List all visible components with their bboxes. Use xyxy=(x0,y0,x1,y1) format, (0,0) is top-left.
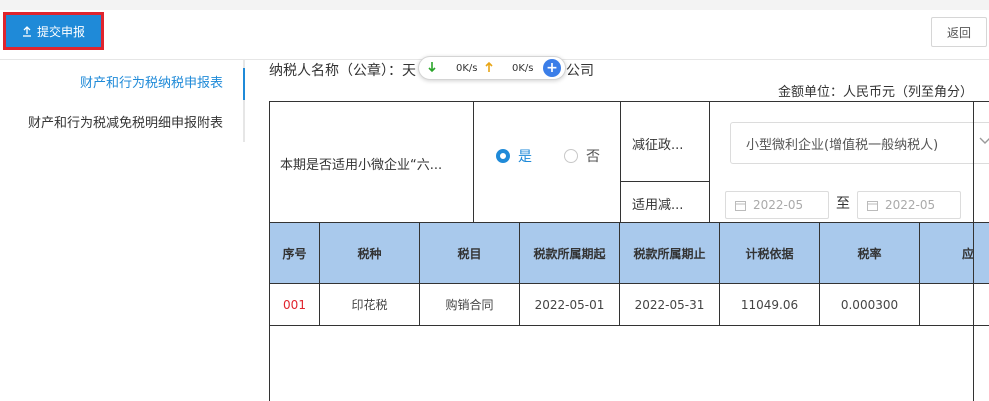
col-header-tax-item: 税目 xyxy=(420,223,520,283)
period-start-date-input[interactable]: 2022-05 xyxy=(725,191,829,219)
cell-tax-rate: 0.000300 xyxy=(820,284,920,325)
table-row: 001 印花税 购销合同 2022-05-01 2022-05-31 11049… xyxy=(270,284,989,326)
sidebar-item-property-tax-form[interactable]: 财产和行为税纳税申报表 xyxy=(80,72,223,91)
network-speed-widget[interactable]: 0K/s 0K/s + xyxy=(418,56,566,80)
small-enterprise-question-cell: 本期是否适用小微企业“六... xyxy=(270,102,474,222)
cell-tax-type: 印花税 xyxy=(320,284,420,325)
col-header-period-start: 税款所属期起 xyxy=(520,223,620,283)
radio-no-label: 否 xyxy=(586,149,600,165)
col-header-index: 序号 xyxy=(270,223,320,283)
small-enterprise-question: 本期是否适用小微企业“六... xyxy=(280,158,443,173)
sidebar: 财产和行为税纳税申报表 财产和行为税减免税明细申报附表 xyxy=(0,60,245,142)
cell-tax-item: 购销合同 xyxy=(420,284,520,325)
radio-yes[interactable]: 是 xyxy=(496,146,532,166)
radio-group-cell: 是 否 xyxy=(474,102,621,222)
download-arrow-icon xyxy=(428,62,436,73)
form-right-border xyxy=(973,101,974,325)
form-right-border-lower xyxy=(973,325,974,401)
col-header-tax-basis: 计税依据 xyxy=(720,223,820,283)
cell-period-start: 2022-05-01 xyxy=(520,284,620,325)
top-toolbar: 提交申报 返回 xyxy=(0,0,989,60)
date-range-to-label: 至 xyxy=(836,196,850,212)
radio-yes-label: 是 xyxy=(518,149,532,165)
cell-payable xyxy=(920,284,989,325)
cell-tax-basis: 11049.06 xyxy=(720,284,820,325)
calendar-icon xyxy=(735,201,746,211)
radio-no[interactable]: 否 xyxy=(564,146,600,166)
top-strip xyxy=(0,0,989,10)
col-header-tax-type: 税种 xyxy=(320,223,420,283)
period-start-placeholder: 2022-05 xyxy=(753,198,804,212)
plus-icon[interactable]: + xyxy=(543,59,561,77)
reduction-policy-select[interactable]: 小型微利企业(增值税一般纳税人) xyxy=(730,122,989,164)
col-header-period-end: 税款所属期止 xyxy=(620,223,720,283)
reduction-policy-label: 减征政... xyxy=(632,138,684,153)
back-button[interactable]: 返回 xyxy=(931,17,987,47)
reduction-policy-label-cell: 减征政... xyxy=(621,102,710,182)
col-header-tax-rate: 税率 xyxy=(820,223,920,283)
calendar-icon xyxy=(867,201,878,211)
submit-declaration-button[interactable]: 提交申报 xyxy=(6,15,101,47)
declaration-form: 本期是否适用小微企业“六... 是 否 减征政... 适用减... 小型微利企业… xyxy=(269,101,989,401)
download-speed: 0K/s xyxy=(456,63,478,74)
sidebar-item-tax-relief-schedule[interactable]: 财产和行为税减免税明细申报附表 xyxy=(28,112,223,131)
chevron-down-icon xyxy=(979,137,989,144)
period-end-placeholder: 2022-05 xyxy=(885,198,936,212)
radio-yes-dot[interactable] xyxy=(496,149,510,163)
col-header-payable: 应 xyxy=(962,246,975,261)
cell-index: 001 xyxy=(270,284,320,325)
taxpayer-suffix: 公司 xyxy=(566,63,594,79)
applicable-period-label: 适用减... xyxy=(632,198,684,213)
upload-speed-icon xyxy=(485,61,493,72)
submit-button-label: 提交申报 xyxy=(36,24,85,39)
taxpayer-name: 纳税人名称（公章）：天 公司 xyxy=(269,60,594,80)
amount-unit-note: 金额单位：人民币元（列至角分） xyxy=(777,85,973,100)
table-header-row: 序号 税种 税目 税款所属期起 税款所属期止 计税依据 税率 应 xyxy=(270,222,989,284)
taxpayer-label: 纳税人名称（公章）：天 xyxy=(269,63,416,79)
upload-speed: 0K/s xyxy=(512,63,534,74)
radio-no-dot[interactable] xyxy=(564,149,578,163)
sidebar-active-indicator xyxy=(243,68,245,100)
upload-arrow-icon xyxy=(22,25,31,37)
applicable-period-label-cell: 适用减... xyxy=(621,182,710,222)
period-end-date-input[interactable]: 2022-05 xyxy=(857,191,961,219)
cell-period-end: 2022-05-31 xyxy=(620,284,720,325)
reduction-policy-value: 小型微利企业(增值税一般纳税人) xyxy=(746,138,939,153)
